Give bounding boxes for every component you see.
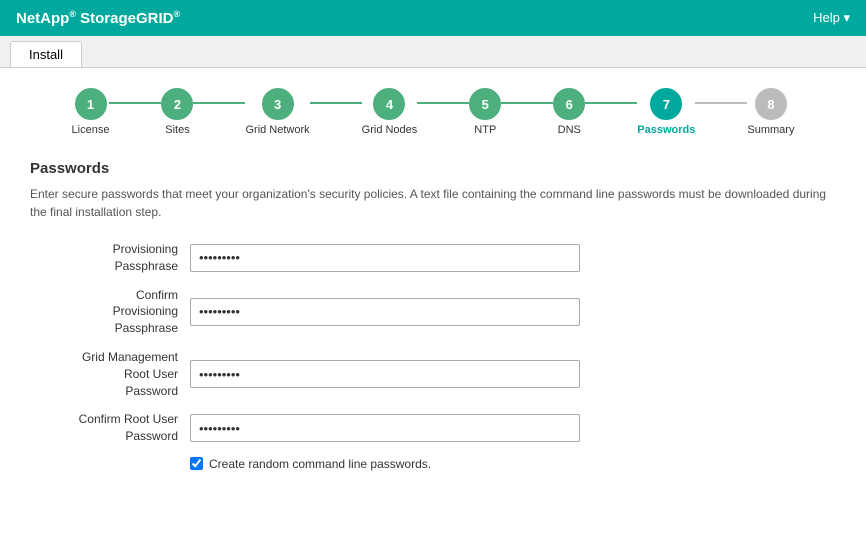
step-4-circle: 4 [373,88,405,120]
step-1-label: License [72,124,110,136]
step-6-label: DNS [558,124,581,136]
step-3[interactable]: 3 Grid Network [245,88,309,136]
step-5-label: NTP [474,124,496,136]
connector-1-2 [109,102,161,104]
confirm-root-password-row: Confirm Root UserPassword [30,411,836,445]
page-title: Passwords [30,160,836,177]
app-header: NetApp® StorageGRID® Help [0,0,866,36]
step-6-circle: 6 [553,88,585,120]
confirm-provisioning-passphrase-label: ConfirmProvisioningPassphrase [30,287,190,337]
main-content: 1 License 2 Sites 3 Grid Network 4 Grid … [0,68,866,491]
step-1[interactable]: 1 License [72,88,110,136]
connector-7-8 [695,102,747,104]
grid-mgmt-root-password-input[interactable] [190,360,580,388]
step-7[interactable]: 7 Passwords [637,88,695,136]
step-4-label: Grid Nodes [362,124,418,136]
step-6[interactable]: 6 DNS [553,88,585,136]
confirm-root-password-label: Confirm Root UserPassword [30,411,190,445]
step-8-circle: 8 [755,88,787,120]
provisioning-passphrase-row: ProvisioningPassphrase [30,241,836,275]
step-7-circle: 7 [650,88,682,120]
step-5-circle: 5 [469,88,501,120]
step-8-label: Summary [747,124,794,136]
connector-2-3 [193,102,245,104]
connector-3-4 [310,102,362,104]
confirm-root-password-input[interactable] [190,414,580,442]
wizard-steps: 1 License 2 Sites 3 Grid Network 4 Grid … [30,88,836,136]
step-2[interactable]: 2 Sites [161,88,193,136]
step-1-circle: 1 [75,88,107,120]
step-8[interactable]: 8 Summary [747,88,794,136]
connector-5-6 [501,102,553,104]
grid-mgmt-root-password-row: Grid ManagementRoot UserPassword [30,349,836,399]
step-7-label: Passwords [637,124,695,136]
confirm-provisioning-passphrase-row: ConfirmProvisioningPassphrase [30,287,836,337]
step-4[interactable]: 4 Grid Nodes [362,88,418,136]
grid-mgmt-root-password-label: Grid ManagementRoot UserPassword [30,349,190,399]
step-5[interactable]: 5 NTP [469,88,501,136]
confirm-provisioning-passphrase-input[interactable] [190,298,580,326]
random-passwords-label: Create random command line passwords. [209,457,431,471]
tab-install[interactable]: Install [10,41,82,67]
step-3-label: Grid Network [245,124,309,136]
provisioning-passphrase-input[interactable] [190,244,580,272]
connector-4-5 [417,102,469,104]
step-2-label: Sites [165,124,189,136]
connector-6-7 [585,102,637,104]
step-2-circle: 2 [161,88,193,120]
help-button[interactable]: Help [813,10,850,26]
provisioning-passphrase-label: ProvisioningPassphrase [30,241,190,275]
tab-bar: Install [0,36,866,68]
random-passwords-checkbox[interactable] [190,457,203,470]
random-passwords-row: Create random command line passwords. [190,457,836,471]
page-description: Enter secure passwords that meet your or… [30,185,836,221]
app-logo: NetApp® StorageGRID® [16,9,180,27]
step-3-circle: 3 [262,88,294,120]
